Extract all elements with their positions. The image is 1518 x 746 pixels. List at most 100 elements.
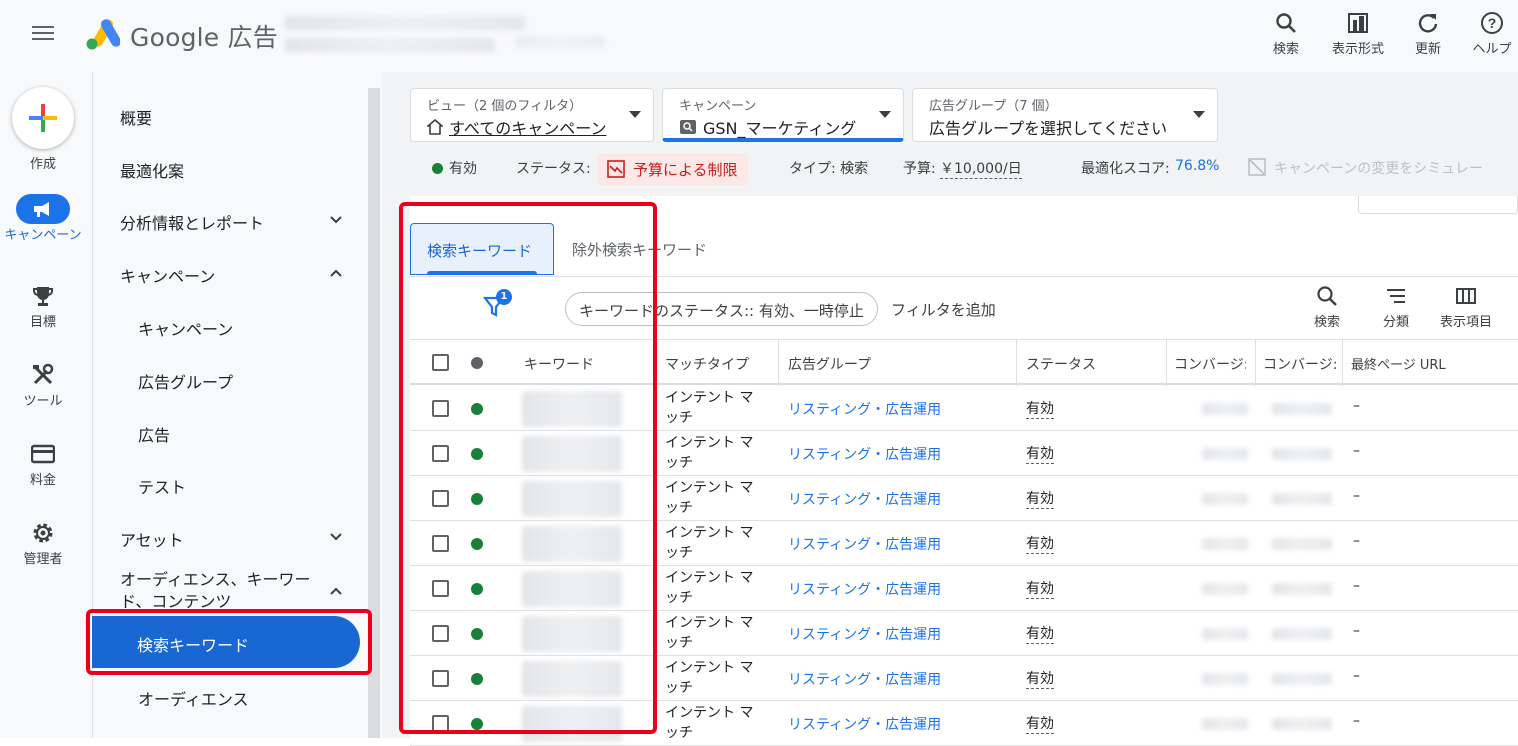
ad-group-link[interactable]: リスティング・広告運用 <box>788 714 941 734</box>
keyword-text-blurred[interactable] <box>522 481 622 517</box>
hamburger-menu-icon[interactable] <box>30 22 56 48</box>
row-checkbox[interactable] <box>432 445 449 462</box>
status-cell[interactable]: 有効 <box>1026 533 1054 554</box>
column-header-status[interactable]: ステータス <box>1026 354 1096 374</box>
status-cell[interactable]: 有効 <box>1026 578 1054 599</box>
column-header-match-type[interactable]: マッチタイプ <box>665 354 749 374</box>
rail-item-admin[interactable]: 管理者 <box>0 518 86 567</box>
column-header-conversions-1[interactable]: コンバージ: <box>1174 354 1246 374</box>
header-help-button[interactable]: ? ヘルプ <box>1470 8 1514 57</box>
budget-value[interactable]: ￥10,000/日 <box>940 158 1022 179</box>
enabled-dot <box>432 162 443 174</box>
chevron-up-icon[interactable] <box>329 266 343 280</box>
nav-item-search-keywords[interactable]: 検索キーワード <box>92 616 360 668</box>
table-search-button[interactable]: 検索 <box>1309 285 1345 330</box>
row-checkbox[interactable] <box>432 625 449 642</box>
column-header-conversions-2[interactable]: コンバージ: <box>1263 354 1337 374</box>
ad-group-link[interactable]: リスティング・広告運用 <box>788 399 941 419</box>
nav-item-audiences[interactable]: オーディエンス <box>138 686 249 710</box>
match-type-cell: インテント マッチ <box>665 480 754 516</box>
status-cell[interactable]: 有効 <box>1026 623 1054 644</box>
segment-button[interactable]: 分類 <box>1378 285 1414 330</box>
row-status-dot <box>471 538 483 550</box>
keyword-text-blurred[interactable] <box>522 616 622 652</box>
keyword-text-blurred[interactable] <box>522 436 622 472</box>
select-all-checkbox[interactable] <box>432 354 449 371</box>
filter-button[interactable]: 1 <box>480 288 516 320</box>
rail-item-campaigns[interactable]: キャンペーン <box>0 194 86 242</box>
conversions-2-blurred <box>1272 718 1332 730</box>
nav-scrollbar[interactable] <box>368 88 380 738</box>
chevron-down-icon[interactable] <box>329 213 343 227</box>
status-cell[interactable]: 有効 <box>1026 668 1054 689</box>
status-cell[interactable]: 有効 <box>1026 713 1054 734</box>
nav-item-ads[interactable]: 広告 <box>138 422 170 446</box>
nav-item-campaigns-group[interactable]: キャンペーン <box>120 263 215 287</box>
row-checkbox[interactable] <box>432 400 449 417</box>
nav-item-audience-keywords-content[interactable]: オーディエンス、キーワード、コンテンツ <box>120 569 320 613</box>
budget-limited-badge[interactable]: 予算による制限 <box>597 153 748 185</box>
columns-button[interactable]: 表示項目 <box>1438 285 1494 330</box>
keyword-text-blurred[interactable] <box>522 571 622 607</box>
search-icon <box>1317 286 1337 306</box>
chevron-down-icon[interactable] <box>329 530 343 544</box>
keyword-text-blurred[interactable] <box>522 526 622 562</box>
conversions-1-blurred <box>1202 403 1248 415</box>
rail-item-billing[interactable]: 料金 <box>0 439 86 488</box>
view-filter-select[interactable]: ビュー（2 個のフィルタ） すべてのキャンペーン <box>410 88 654 142</box>
tab-search-keywords[interactable]: 検索キーワード <box>410 223 554 275</box>
row-checkbox[interactable] <box>432 580 449 597</box>
status-cell[interactable]: 有効 <box>1026 398 1054 419</box>
chevron-up-icon[interactable] <box>329 584 343 598</box>
create-button[interactable] <box>12 87 74 149</box>
ad-group-link[interactable]: リスティング・広告運用 <box>788 624 941 644</box>
nav-item-ad-groups[interactable]: 広告グループ <box>138 369 233 393</box>
final-url-cell: – <box>1353 578 1360 594</box>
row-checkbox[interactable] <box>432 490 449 507</box>
keyword-text-blurred[interactable] <box>522 661 622 697</box>
status-cell[interactable]: 有効 <box>1026 488 1054 509</box>
column-header-final-url[interactable]: 最終ページ URL <box>1351 354 1446 373</box>
final-url-cell: – <box>1353 443 1360 459</box>
dropdown-arrow-icon <box>879 111 891 118</box>
help-icon: ? <box>1481 12 1503 34</box>
rail-item-goals[interactable]: 目標 <box>0 281 86 330</box>
segment-label: 分類 <box>1382 315 1409 330</box>
campaign-select[interactable]: キャンペーン GSN_マーケティング <box>662 88 904 142</box>
status-cell[interactable]: 有効 <box>1026 443 1054 464</box>
nav-item-overview[interactable]: 概要 <box>120 105 152 129</box>
header-view-button[interactable]: 表示形式 <box>1327 8 1389 57</box>
budget-label: 予算: <box>903 161 936 177</box>
nav-item-recommendations[interactable]: 最適化案 <box>120 158 184 182</box>
nav-item-assets[interactable]: アセット <box>120 527 184 551</box>
add-filter-button[interactable]: フィルタを追加 <box>891 299 996 320</box>
account-email-blurred <box>515 36 605 48</box>
ad-group-link[interactable]: リスティング・広告運用 <box>788 669 941 689</box>
ad-group-link[interactable]: リスティング・広告運用 <box>788 489 941 509</box>
ad-group-link[interactable]: リスティング・広告運用 <box>788 444 941 464</box>
nav-item-tests[interactable]: テスト <box>138 474 186 498</box>
keyword-status-filter-chip[interactable]: キーワードのステータス:: 有効、一時停止 <box>565 292 878 326</box>
ad-group-link[interactable]: リスティング・広告運用 <box>788 534 941 554</box>
row-checkbox[interactable] <box>432 715 449 732</box>
optimization-score-value[interactable]: 76.8% <box>1175 158 1219 174</box>
plus-icon <box>29 104 57 132</box>
status-label: ステータス: <box>516 161 591 177</box>
tab-negative-keywords[interactable]: 除外検索キーワード <box>556 223 723 275</box>
conversions-1-blurred <box>1202 718 1248 730</box>
keyword-text-blurred[interactable] <box>522 706 622 742</box>
header-refresh-button[interactable]: 更新 <box>1410 8 1446 57</box>
gear-icon <box>33 523 53 543</box>
adgroup-select[interactable]: 広告グループ（7 個） 広告グループを選択してください <box>912 88 1218 142</box>
nav-item-insights[interactable]: 分析情報とレポート <box>120 210 264 234</box>
keyword-text-blurred[interactable] <box>522 391 622 427</box>
column-header-keyword[interactable]: キーワード <box>524 354 594 374</box>
header-search-button[interactable]: 検索 <box>1268 8 1304 57</box>
row-checkbox[interactable] <box>432 535 449 552</box>
row-checkbox[interactable] <box>432 670 449 687</box>
rail-item-tools[interactable]: ツール <box>0 360 86 409</box>
ad-group-link[interactable]: リスティング・広告運用 <box>788 579 941 599</box>
nav-item-campaigns[interactable]: キャンペーン <box>138 316 233 340</box>
column-header-ad-group[interactable]: 広告グループ <box>788 354 871 374</box>
simulate-changes[interactable]: キャンペーンの変更をシミュレー <box>1248 158 1483 178</box>
